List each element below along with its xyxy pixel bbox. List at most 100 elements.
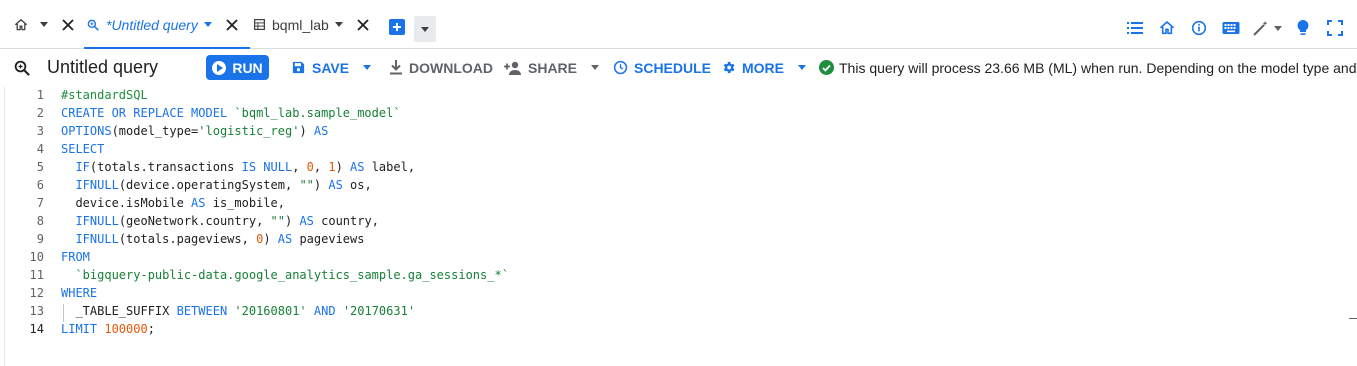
sql-token-kw: AND xyxy=(313,304,336,318)
home-icon[interactable] xyxy=(1151,16,1183,40)
sql-token-op: , xyxy=(292,160,307,174)
share-button[interactable]: SHARE xyxy=(504,49,600,86)
sql-token-str: `bqml_lab.sample_model` xyxy=(234,106,401,120)
tab-home[interactable] xyxy=(12,0,84,49)
chevron-down-icon xyxy=(1274,25,1282,31)
code-line[interactable]: 14 LIMIT 100000; xyxy=(0,320,1340,338)
code-text: SELECT xyxy=(61,140,104,158)
sql-token-op: (totals.pageviews, xyxy=(118,232,257,246)
chevron-down-icon xyxy=(363,65,372,70)
lightbulb-icon[interactable] xyxy=(1287,16,1319,40)
code-text: WHERE xyxy=(61,284,97,302)
query-toolbar: Untitled query RUN SAVE DOWNLOAD SHARE S… xyxy=(0,49,1357,86)
tab-dataset-menu-caret[interactable] xyxy=(334,22,343,27)
tab-bar: *Untitled query bqml_lab xyxy=(0,0,1357,50)
list-icon[interactable] xyxy=(1119,16,1151,40)
sql-token-op: (model_type= xyxy=(111,124,199,138)
code-line[interactable]: 12 WHERE xyxy=(0,284,1340,302)
sql-token-op xyxy=(336,304,343,318)
sql-token-kw: AS xyxy=(350,160,365,174)
scrollbar-marker[interactable] xyxy=(1349,318,1357,319)
code-line[interactable]: 2 CREATE OR REPLACE MODEL `bqml_lab.sampl… xyxy=(0,104,1340,122)
sql-token-num: 100000 xyxy=(104,322,148,336)
save-label: SAVE xyxy=(312,59,350,76)
code-line[interactable]: 11 `bigquery-public-data.google_analytic… xyxy=(0,266,1340,284)
line-number: 7 xyxy=(36,196,44,210)
info-icon[interactable] xyxy=(1183,16,1215,40)
close-icon[interactable] xyxy=(60,17,76,33)
code-line[interactable]: 3 OPTIONS(model_type='logistic_reg') AS xyxy=(0,122,1340,140)
sql-token-kw: IS NULL xyxy=(241,160,293,174)
new-tab-button[interactable] xyxy=(389,19,405,35)
code-line[interactable]: 10 FROM xyxy=(0,248,1340,266)
sql-token-kw: IF xyxy=(75,160,90,174)
person-add-icon xyxy=(504,61,521,75)
sql-token-num: 0 xyxy=(306,160,314,174)
play-icon xyxy=(212,60,227,75)
code-line[interactable]: 4 SELECT xyxy=(0,140,1340,158)
share-label: SHARE xyxy=(528,59,578,76)
chevron-down-icon xyxy=(798,65,806,70)
code-line[interactable]: 13 _TABLE_SUFFIX BETWEEN '20160801' AND … xyxy=(0,302,1340,320)
code-text: IFNULL(device.operatingSystem, "") AS os… xyxy=(61,176,371,194)
sql-editor[interactable]: 1 #standardSQL 2 CREATE OR REPLACE MODEL `b… xyxy=(0,86,1357,366)
line-number: 8 xyxy=(36,214,44,228)
line-number: 11 xyxy=(29,268,44,282)
more-label: MORE xyxy=(742,59,784,76)
code-line[interactable]: 1 #standardSQL xyxy=(0,86,1340,104)
code-text: _TABLE_SUFFIX BETWEEN '20160801' AND '20… xyxy=(61,302,415,320)
query-title[interactable]: Untitled query xyxy=(47,49,158,86)
sql-token-op: device.isMobile xyxy=(61,196,192,210)
tab-untitled-query[interactable]: *Untitled query xyxy=(84,0,250,50)
keyboard-icon[interactable] xyxy=(1215,16,1247,40)
sql-token-op: ; xyxy=(147,322,155,336)
status-text: This query will process 23.66 MB (ML) wh… xyxy=(839,59,1357,76)
code-line[interactable]: 9 IFNULL(totals.pageviews, 0) AS pagevie… xyxy=(0,230,1340,248)
code-line[interactable]: 8 IFNULL(geoNetwork.country, "") AS coun… xyxy=(0,212,1340,230)
download-button[interactable]: DOWNLOAD xyxy=(389,49,493,86)
close-icon[interactable] xyxy=(224,17,240,33)
code-line[interactable]: 6 IFNULL(device.operatingSystem, "") AS … xyxy=(0,176,1340,194)
run-button[interactable]: RUN xyxy=(206,55,269,80)
new-tab-menu-button[interactable] xyxy=(414,16,436,42)
query-icon xyxy=(13,49,31,86)
sql-token-kw: AS xyxy=(313,124,329,138)
home-icon xyxy=(12,16,30,34)
schedule-button[interactable]: SCHEDULE xyxy=(613,49,711,86)
sql-token-op: label, xyxy=(364,160,416,174)
sql-token-op: (totals.transactions xyxy=(89,160,242,174)
chevron-down-icon xyxy=(421,26,429,32)
dataset-icon xyxy=(250,16,268,34)
magic-wand-icon[interactable] xyxy=(1247,16,1287,40)
sql-token-kw: SELECT xyxy=(61,142,105,156)
line-number: 2 xyxy=(36,106,44,120)
query-icon xyxy=(84,16,102,34)
sql-token-op xyxy=(61,160,75,174)
line-number: 6 xyxy=(36,178,44,192)
check-circle-icon xyxy=(819,60,834,75)
line-number: 13 xyxy=(29,304,44,318)
save-button[interactable]: SAVE xyxy=(291,49,372,86)
tab-bar-actions xyxy=(1119,16,1351,40)
code-text: LIMIT 100000; xyxy=(61,320,155,338)
code-text: FROM xyxy=(61,248,90,266)
fullscreen-icon[interactable] xyxy=(1319,16,1351,40)
tab-bqml-lab[interactable]: bqml_lab xyxy=(250,0,378,49)
sql-token-kw: BETWEEN xyxy=(176,304,228,318)
close-icon[interactable] xyxy=(355,17,371,33)
sql-token-num: 1 xyxy=(328,160,336,174)
sql-token-kw: IFNULL xyxy=(75,214,119,228)
code-text: IF(totals.transactions IS NULL, 0, 1) AS… xyxy=(61,158,415,176)
code-line[interactable]: 5 IF(totals.transactions IS NULL, 0, 1) … xyxy=(0,158,1340,176)
download-icon xyxy=(390,60,402,75)
sql-token-kw: WHERE xyxy=(61,286,98,300)
tab-home-menu-caret[interactable] xyxy=(40,22,48,27)
tab-query-menu-caret[interactable] xyxy=(203,22,212,27)
sql-token-kw: AS xyxy=(191,196,206,210)
sql-token-op xyxy=(61,214,75,228)
line-number: 3 xyxy=(36,124,44,138)
more-button[interactable]: MORE xyxy=(721,49,806,86)
sql-token-op: ) xyxy=(299,124,314,138)
code-text: `bigquery-public-data.google_analytics_s… xyxy=(61,266,508,284)
code-line[interactable]: 7 device.isMobile AS is_mobile, xyxy=(0,194,1340,212)
